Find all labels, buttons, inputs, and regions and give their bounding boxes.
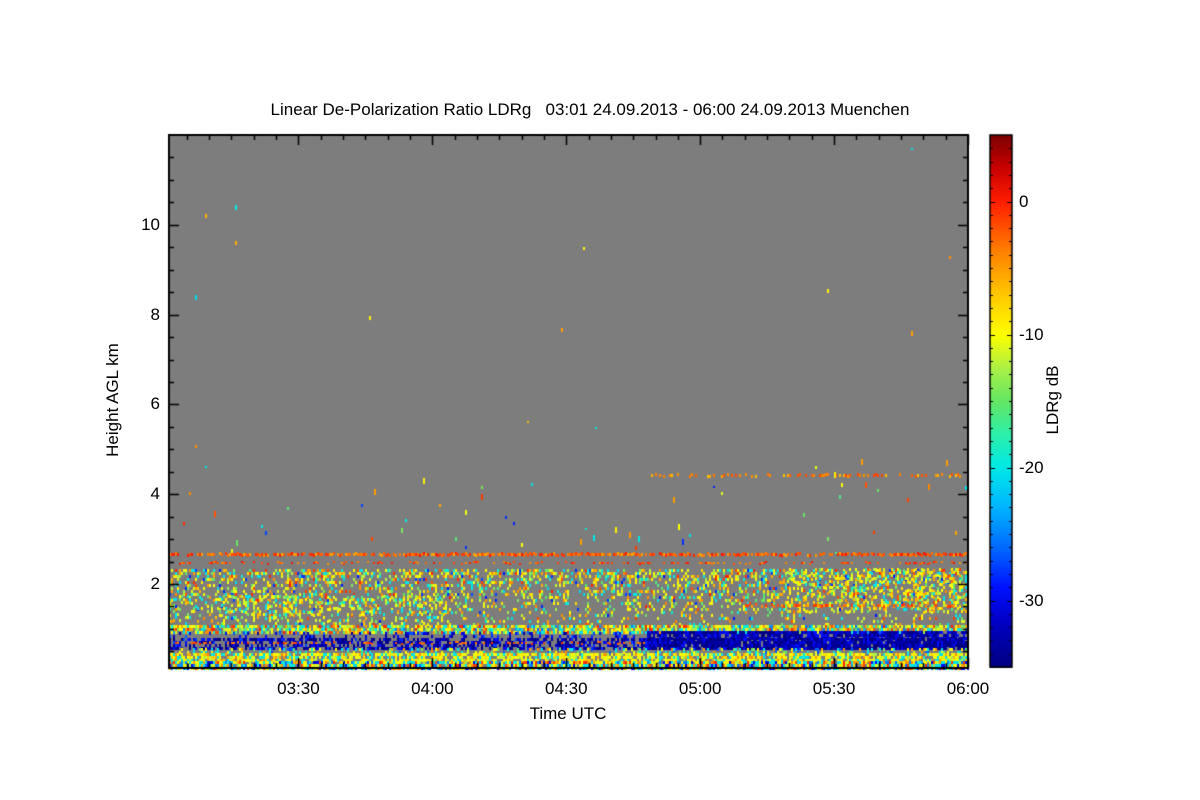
colorbar-tick-label: -30 [1019,590,1044,610]
colorbar-tick-label: 0 [1019,191,1029,211]
y-tick-label: 2 [150,574,160,594]
x-axis-label: Time UTC [529,704,607,723]
x-tick-label: 03:30 [277,679,320,698]
lidar-quicklook-figure: Linear De-Polarization Ratio LDRg 03:01 … [0,0,1200,800]
y-tick-label: 6 [150,394,160,414]
colorbar-tick-label: -20 [1019,457,1044,477]
x-tick-label: 04:30 [544,679,588,698]
x-tick-label: 05:00 [678,679,722,698]
x-tick-label: 05:30 [812,679,856,698]
x-tick-label: 04:00 [411,679,454,698]
colorbar-label: LDRg dB [1043,365,1062,435]
y-tick-label: 8 [150,304,160,324]
y-tick-label: 10 [141,214,160,234]
chart-title: Linear De-Polarization Ratio LDRg 03:01 … [270,100,910,119]
x-tick-label: 06:00 [946,679,990,698]
y-tick-label: 4 [150,484,160,504]
colorbar-tick-label: -10 [1019,324,1044,344]
